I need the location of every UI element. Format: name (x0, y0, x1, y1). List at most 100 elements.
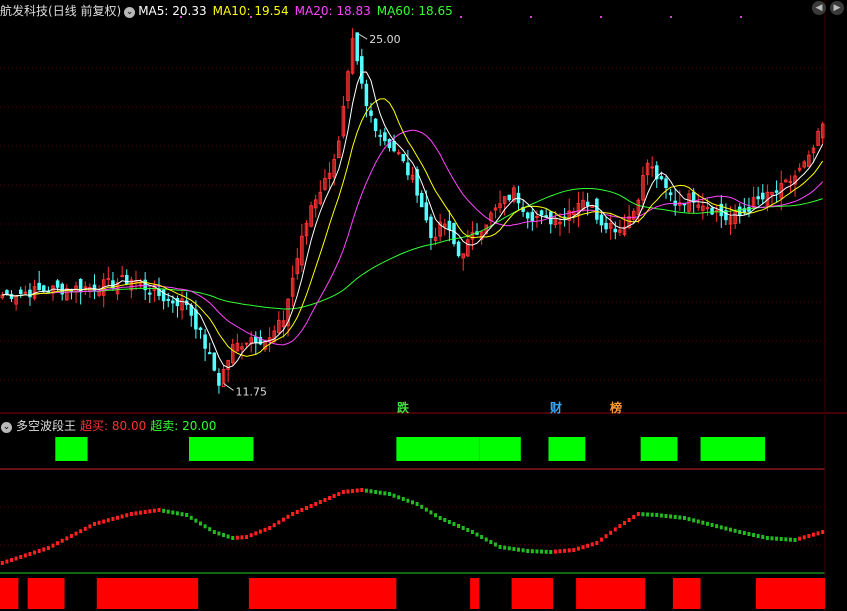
wave-point (443, 518, 447, 522)
wave-point (784, 537, 788, 542)
wave-point (747, 532, 751, 536)
wave-point (618, 524, 622, 528)
wave-point (705, 521, 709, 526)
indicator-name: 多空波段王 (16, 419, 77, 433)
candle-body (710, 207, 714, 215)
candle-body (5, 290, 9, 295)
bull-zone-block (700, 437, 766, 461)
candle-body (447, 220, 452, 231)
wave-point (79, 529, 83, 534)
wave-point (558, 549, 562, 554)
candle-body (212, 352, 217, 371)
wave-point (235, 535, 239, 540)
wave-point (733, 528, 737, 533)
wave-point (576, 546, 580, 551)
wave-point (175, 511, 179, 516)
wave-point (650, 512, 654, 517)
wave-point (563, 548, 567, 553)
wave-point (682, 516, 686, 520)
wave-point (452, 522, 456, 526)
wave-point (383, 491, 387, 496)
wave-point (581, 545, 585, 550)
wave-point (480, 535, 484, 539)
wave-point (457, 524, 461, 528)
wave-point (447, 520, 451, 524)
wave-point (549, 550, 553, 554)
event-marker-finance[interactable]: 财 (550, 399, 562, 416)
candle-body (378, 134, 383, 137)
chevron-down-icon[interactable]: ⌄ (1, 422, 12, 433)
event-marker-fall[interactable]: 跌 (397, 399, 409, 416)
candle-body (355, 32, 359, 62)
candle-body (673, 200, 677, 206)
wave-point (779, 537, 783, 541)
wave-point (788, 537, 792, 542)
wave-point (148, 509, 152, 514)
candle-body (92, 284, 97, 292)
wave-point (5, 559, 9, 564)
overbuy-label: 超买: 80.00 (80, 419, 147, 433)
wave-point (374, 490, 378, 494)
wave-point (152, 508, 156, 513)
wave-point (692, 518, 696, 523)
ma5-line (2, 71, 824, 369)
wave-point (346, 489, 350, 494)
candle-body (668, 192, 673, 196)
signal-block (672, 578, 701, 609)
signal-block (0, 578, 19, 609)
wave-point (392, 493, 396, 498)
wave-point (756, 534, 760, 538)
event-marker-ranking[interactable]: 榜 (610, 399, 622, 416)
high-price-label: 25.00 (369, 33, 401, 46)
wave-point (599, 537, 603, 542)
wave-point (106, 518, 110, 523)
nav-next-icon[interactable]: ▶ (830, 1, 844, 15)
wave-point (23, 553, 27, 558)
wave-point (738, 530, 742, 534)
wave-point (816, 531, 820, 536)
wave-point (802, 535, 806, 540)
wave-point (111, 517, 115, 521)
wave-point (678, 515, 682, 520)
top-tick-marker (530, 16, 532, 18)
bull-zone-block (640, 437, 678, 461)
wave-point (277, 520, 281, 525)
wave-point (28, 552, 32, 556)
low-price-label: 11.75 (236, 385, 267, 398)
bull-zone-block (479, 437, 521, 461)
wave-point (484, 537, 488, 542)
wave-point (710, 523, 714, 527)
wave-point (212, 530, 216, 534)
candle-body (254, 336, 258, 344)
candle-body (774, 190, 779, 193)
wave-point (171, 510, 175, 515)
top-tick-marker (600, 16, 602, 18)
signal-block (96, 578, 199, 609)
ma20-value: MA20: 18.83 (294, 4, 371, 18)
wave-point (724, 526, 728, 531)
wave-point (314, 502, 318, 506)
wave-point (761, 535, 765, 539)
chevron-down-icon[interactable]: ⌄ (124, 7, 136, 18)
ma10-line (2, 98, 824, 357)
wave-point (120, 514, 124, 519)
wave-point (659, 513, 663, 518)
candle-body (424, 202, 429, 221)
wave-point (116, 515, 120, 520)
wave-point (604, 534, 608, 539)
wave-point (83, 526, 87, 531)
kline-chart[interactable]: 25.00 11.75 (0, 0, 847, 611)
wave-point (355, 488, 359, 493)
chart-header: 航发科技(日线 前复权) ⌄ MA5: 20.33 MA10: 19.54 MA20: … (0, 2, 459, 18)
wave-point (341, 490, 345, 494)
stock-name: 航发科技 (0, 4, 49, 18)
wave-point (134, 511, 138, 516)
candle-body (198, 327, 203, 330)
wave-point (540, 549, 544, 554)
wave-point (493, 542, 497, 547)
nav-prev-icon[interactable]: ◀ (812, 1, 826, 15)
candle-body (650, 166, 654, 169)
wave-point (208, 527, 212, 532)
candle-body (788, 180, 793, 183)
wave-point (0, 561, 4, 565)
